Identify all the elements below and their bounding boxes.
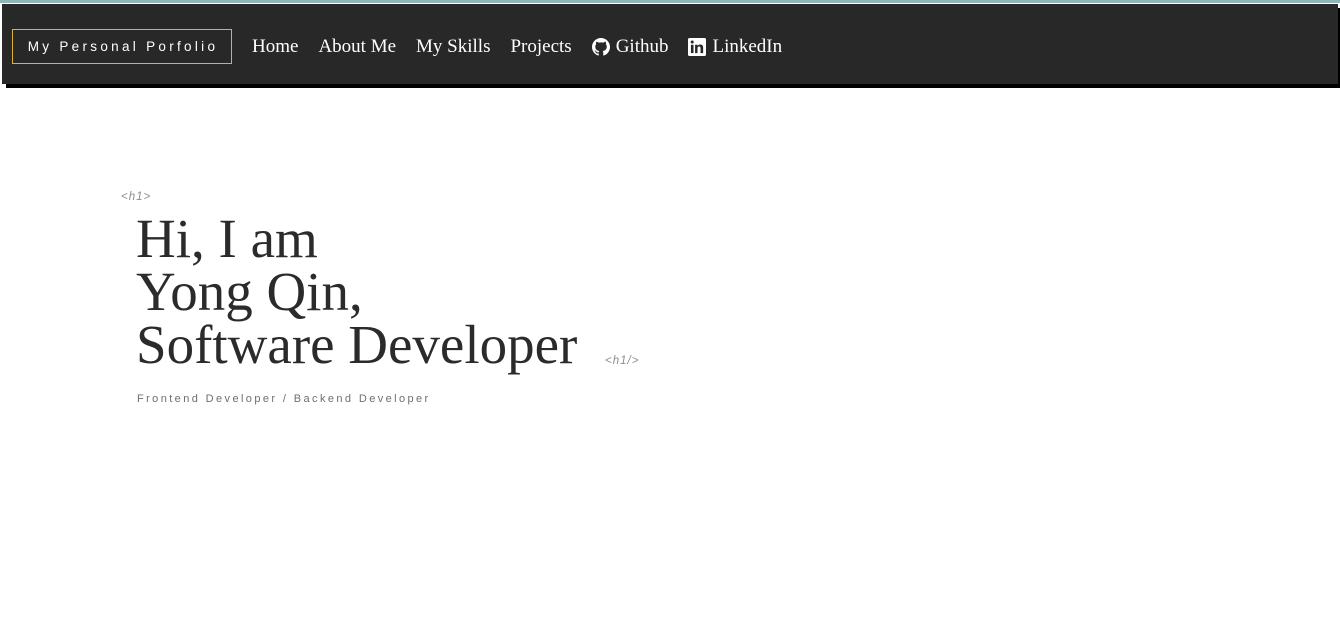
h1-close-tag: <h1/> bbox=[605, 355, 640, 367]
headline-line-greeting: Hi, I am bbox=[136, 208, 318, 269]
hero-headline: Hi, I am Yong Qin, Software Developer bbox=[136, 208, 578, 375]
hero-section: <h1> Hi, I am Yong Qin, Software Develop… bbox=[0, 0, 1340, 622]
headline-line-role: Software Developer bbox=[136, 314, 578, 375]
hero-subtitle: Frontend Developer / Backend Developer bbox=[137, 393, 431, 405]
headline-line-name: Yong Qin, bbox=[136, 261, 363, 322]
h1-open-tag: <h1> bbox=[121, 191, 152, 203]
